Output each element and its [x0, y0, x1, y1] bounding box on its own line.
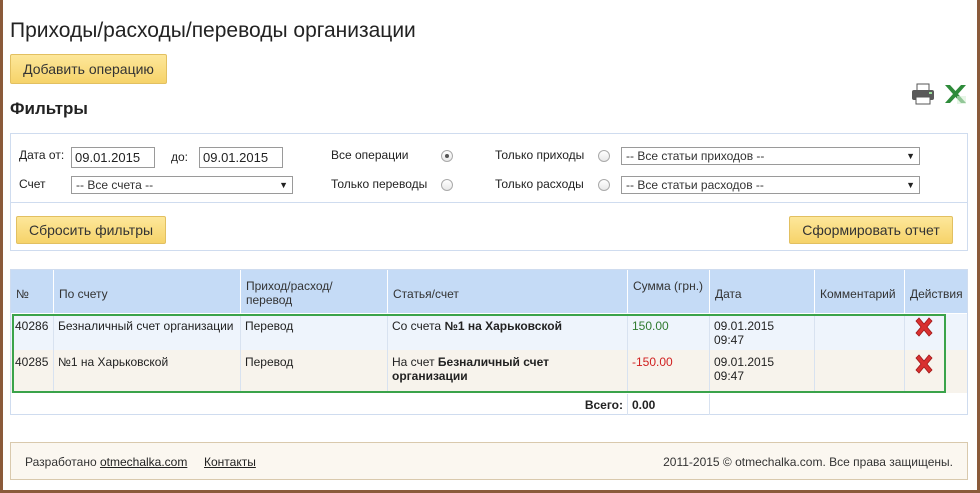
radio-all-label: Все операции: [331, 148, 409, 162]
radio-only-income[interactable]: [598, 150, 610, 162]
row-time-value: 09:47: [714, 369, 745, 383]
date-from-label: Дата от:: [19, 148, 65, 162]
table-header: № По счету Приход/расход/ перевод Статья…: [11, 270, 967, 313]
row-comment: [815, 350, 905, 393]
row-article-prefix: Со счета: [392, 319, 442, 333]
row-type: Перевод: [241, 314, 388, 350]
row-actions: [905, 314, 969, 350]
radio-income-label: Только приходы: [495, 148, 585, 162]
account-label: Счет: [19, 177, 46, 191]
add-operation-button[interactable]: Добавить операцию: [10, 54, 167, 84]
income-select-value: -- Все статьи приходов --: [626, 149, 765, 163]
chevron-down-icon: ▼: [279, 180, 288, 190]
row-num: 40286: [11, 314, 54, 350]
chevron-down-icon: ▼: [906, 180, 915, 190]
table-row: 40285 №1 на Харьковской Перевод На счет …: [11, 350, 967, 393]
col-header-account: По счету: [54, 270, 241, 313]
col-header-type: Приход/расход/ перевод: [241, 270, 388, 313]
row-num: 40285: [11, 350, 54, 393]
row-sum: 150.00: [628, 314, 710, 350]
date-from-input[interactable]: [71, 147, 155, 168]
col-header-num: №: [11, 270, 54, 313]
reset-filters-button[interactable]: Сбросить фильтры: [16, 216, 166, 244]
delete-icon[interactable]: [913, 353, 935, 375]
row-account: №1 на Харьковской: [54, 350, 241, 393]
filters-heading: Фильтры: [10, 99, 88, 118]
row-article: Со счета №1 на Харьковской: [388, 314, 628, 350]
operations-table: № По счету Приход/расход/ перевод Статья…: [10, 269, 968, 415]
developed-by-text: Разработано: [25, 455, 97, 469]
footer-left: Разработано otmechalka.com Контакты: [25, 455, 256, 469]
row-date-value: 09.01.2015: [714, 319, 775, 333]
generate-report-button[interactable]: Сформировать отчет: [789, 216, 953, 244]
row-date: 09.01.2015 09:47: [710, 350, 815, 393]
expense-select-value: -- Все статьи расходов --: [626, 178, 764, 192]
total-label: Всего:: [388, 394, 628, 415]
export-tools: [910, 82, 968, 106]
account-select-value: -- Все счета --: [76, 178, 154, 192]
table-row: 40286 Безналичный счет организации Перев…: [11, 314, 967, 350]
filters-panel: Дата от: до: Счет -- Все счета -- ▼ Все …: [10, 133, 968, 251]
printer-icon[interactable]: [910, 82, 936, 106]
total-value: 0.00: [628, 394, 710, 415]
row-article-name: №1 на Харьковской: [444, 319, 562, 333]
col-header-actions: Действия: [910, 287, 963, 301]
delete-icon[interactable]: [913, 316, 935, 338]
col-header-comment: Комментарий: [815, 270, 905, 313]
row-article: На счет Безналичный счет организации: [388, 350, 628, 393]
radio-only-transfers[interactable]: [441, 179, 453, 191]
income-articles-select[interactable]: -- Все статьи приходов -- ▼: [621, 147, 920, 165]
page-footer: Разработано otmechalka.com Контакты 2011…: [10, 442, 968, 480]
col-header-sum: Сумма (грн.): [628, 270, 710, 313]
excel-icon[interactable]: [942, 82, 968, 106]
radio-only-expense[interactable]: [598, 179, 610, 191]
copyright-text: 2011-2015 © otmechalka.com. Все права за…: [663, 455, 953, 469]
date-to-label: до:: [171, 150, 189, 164]
row-article-prefix: На счет: [392, 355, 435, 369]
totals-row: Всего: 0.00: [11, 394, 967, 415]
filters-divider: [11, 202, 967, 203]
col-header-date: Дата: [710, 270, 815, 313]
row-type: Перевод: [241, 350, 388, 393]
contacts-link[interactable]: Контакты: [204, 455, 256, 469]
col-header-article: Статья/счет: [388, 270, 628, 313]
chevron-down-icon: ▼: [906, 151, 915, 161]
row-time-value: 09:47: [714, 333, 745, 347]
row-date: 09.01.2015 09:47: [710, 314, 815, 350]
row-actions: [905, 350, 969, 393]
row-date-value: 09.01.2015: [714, 355, 775, 369]
row-sum: -150.00: [628, 350, 710, 393]
expense-articles-select[interactable]: -- Все статьи расходов -- ▼: [621, 176, 920, 194]
radio-expense-label: Только расходы: [495, 177, 584, 191]
radio-transfers-label: Только переводы: [331, 177, 428, 191]
page-title: Приходы/расходы/переводы организации: [10, 19, 416, 43]
date-to-input[interactable]: [199, 147, 283, 168]
row-account: Безналичный счет организации: [54, 314, 241, 350]
developer-link[interactable]: otmechalka.com: [100, 455, 187, 469]
radio-all-operations[interactable]: [441, 150, 453, 162]
account-select[interactable]: -- Все счета -- ▼: [71, 176, 293, 194]
row-comment: [815, 314, 905, 350]
